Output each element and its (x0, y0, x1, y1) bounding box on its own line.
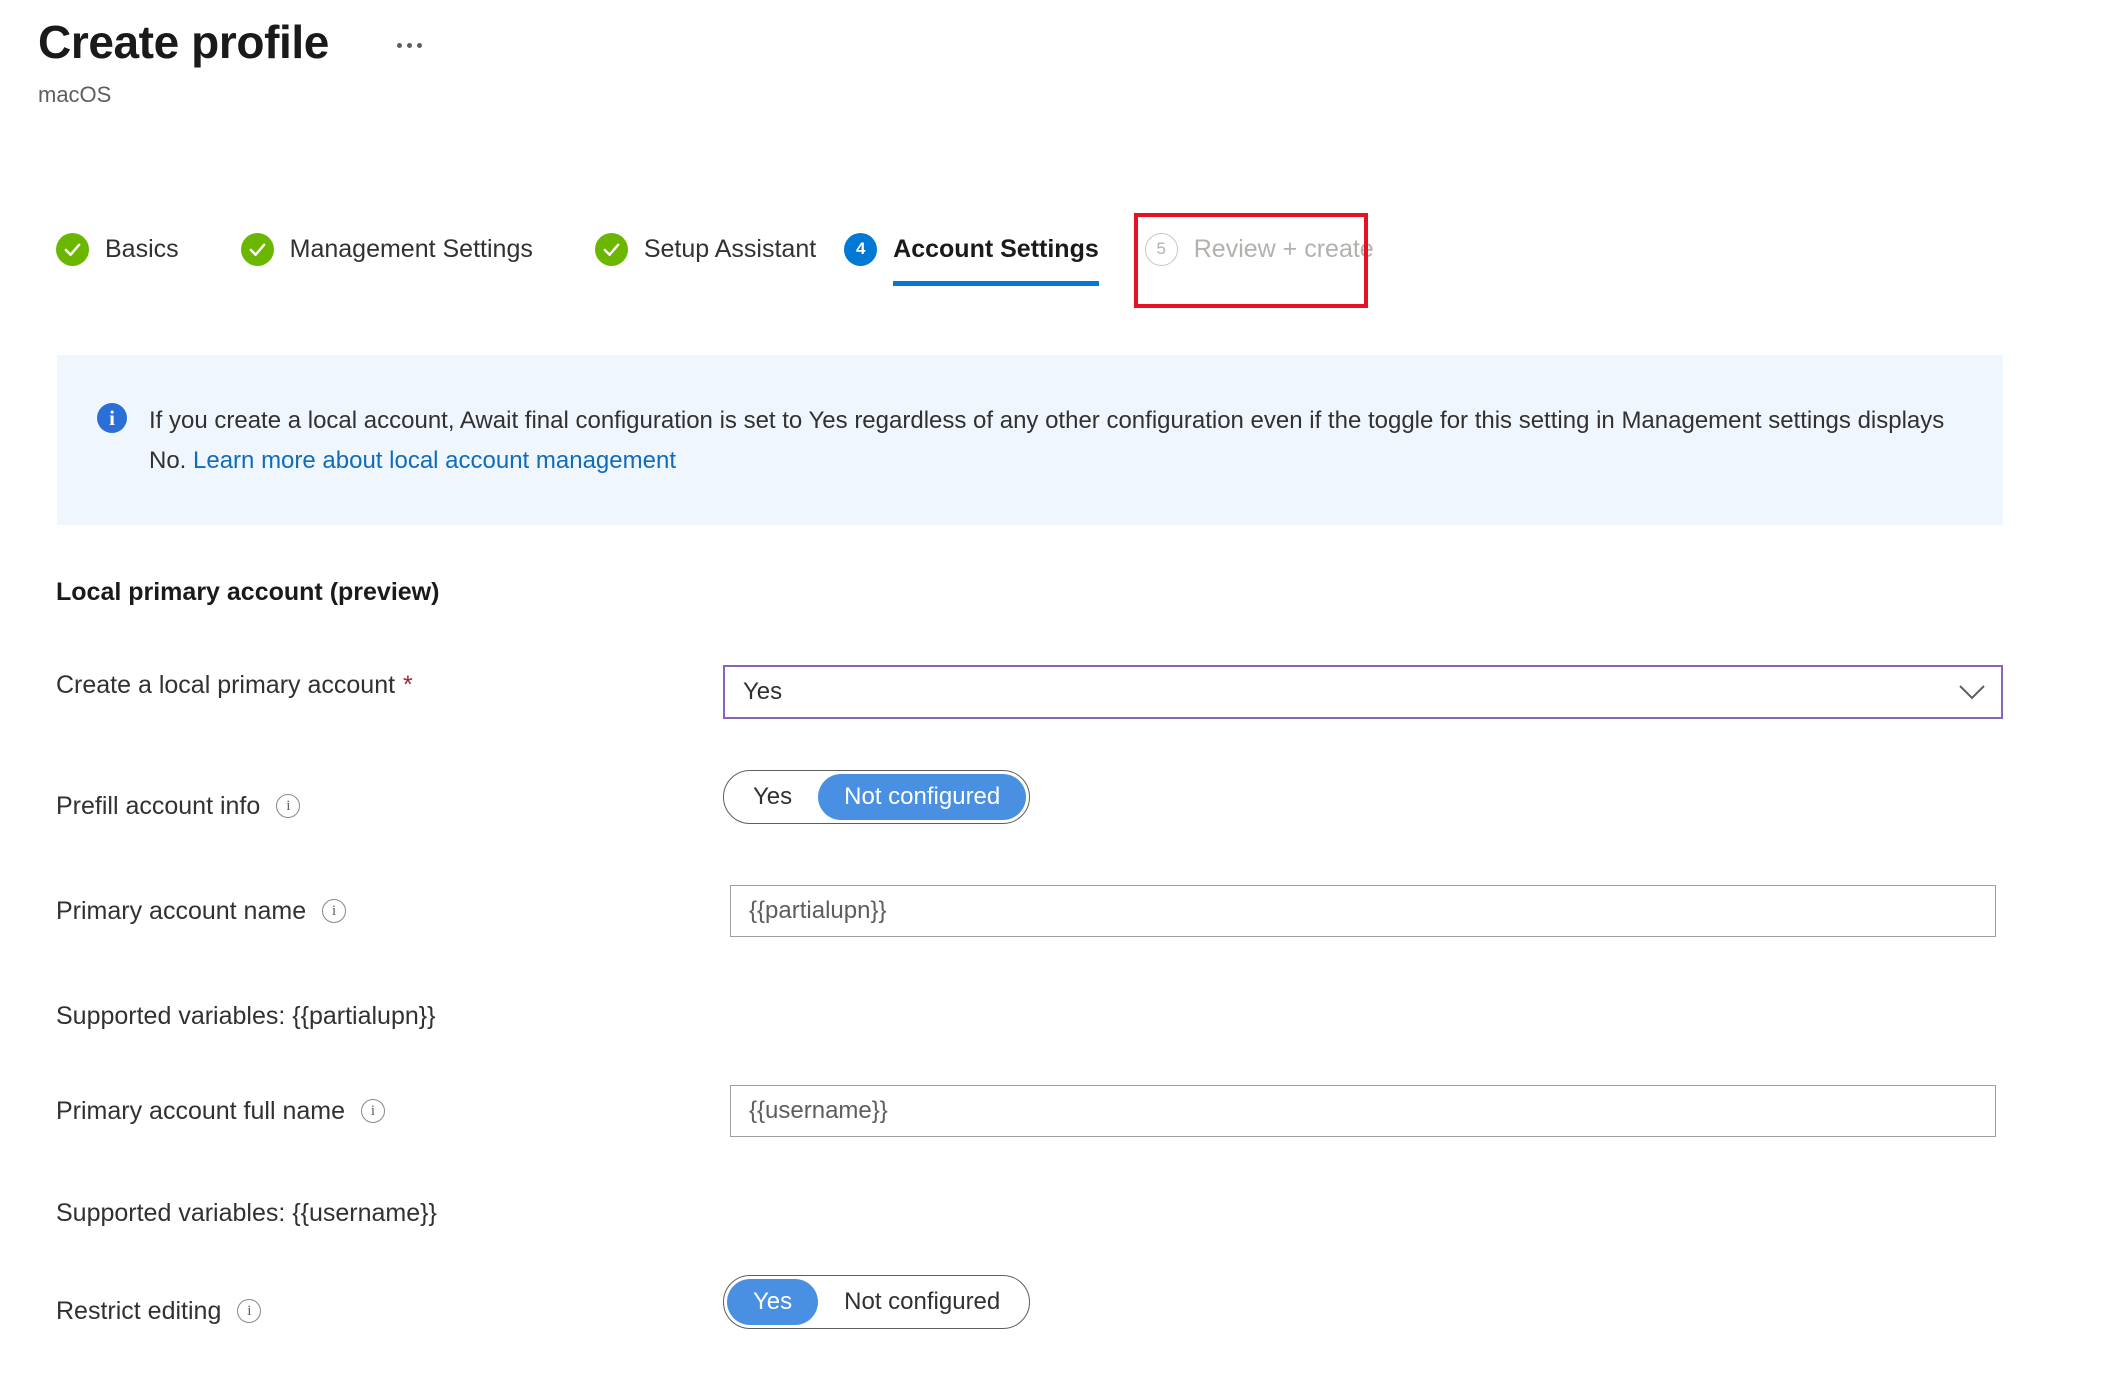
info-banner: i If you create a local account, Await f… (57, 355, 2003, 525)
page-header: Create profile macOS (38, 14, 428, 110)
create-profile-page: Create profile macOS Basics Management S… (0, 0, 2126, 1398)
tab-review-create[interactable]: 5 Review + create (1144, 218, 1390, 280)
page-title: Create profile (38, 16, 329, 68)
helper-primary-account-name: Supported variables: {{partialupn}} (56, 1002, 436, 1030)
label-text: Create a local primary account (56, 671, 396, 699)
tab-setup-assistant-label: Setup Assistant (643, 235, 817, 263)
label-restrict-editing: Restrict editing i (56, 1295, 262, 1327)
tab-setup-assistant[interactable]: Setup Assistant (594, 218, 832, 280)
label-prefill-account-info: Prefill account info i (56, 790, 301, 822)
required-asterisk: * (403, 671, 413, 699)
info-icon: i (97, 403, 127, 433)
info-tooltip-icon[interactable]: i (322, 899, 347, 923)
wizard-tabs: Basics Management Settings Setup Assista… (56, 218, 1390, 308)
dot-2 (406, 42, 412, 48)
learn-more-link[interactable]: Learn more about local account managemen… (193, 447, 676, 474)
step-number-badge: 4 (844, 232, 878, 266)
tab-account-settings-label: Account Settings (893, 235, 1099, 263)
toggle-option-not-configured[interactable]: Not configured (818, 774, 1027, 820)
input-value: {{username}} (749, 1097, 888, 1124)
primary-account-full-name-input[interactable]: {{username}} (730, 1085, 1996, 1137)
tab-review-create-label: Review + create (1193, 235, 1374, 263)
primary-account-name-input[interactable]: {{partialupn}} (730, 885, 1996, 937)
toggle-option-yes[interactable]: Yes (727, 1279, 819, 1325)
title-row: Create profile (38, 14, 428, 70)
helper-primary-account-full-name: Supported variables: {{username}} (56, 1199, 437, 1227)
info-tooltip-icon[interactable]: i (237, 1299, 262, 1323)
active-tab-underline (893, 281, 1099, 286)
tab-basics[interactable]: Basics (56, 218, 195, 280)
label-text: Restrict editing (56, 1297, 222, 1325)
create-local-primary-account-dropdown[interactable]: Yes (723, 665, 2003, 719)
toggle-option-yes[interactable]: Yes (727, 774, 818, 820)
section-heading-local-primary-account: Local primary account (preview) (56, 578, 440, 606)
label-create-local-primary-account: Create a local primary account * (56, 669, 413, 701)
check-circle-icon (594, 232, 628, 266)
label-primary-account-full-name: Primary account full name i (56, 1095, 386, 1127)
label-text: Primary account full name (56, 1097, 346, 1125)
check-circle-icon (240, 232, 274, 266)
prefill-account-info-toggle[interactable]: Yes Not configured (723, 770, 1031, 824)
dot-1 (396, 42, 402, 48)
info-banner-text: If you create a local account, Await fin… (149, 401, 1963, 481)
dropdown-selected-value: Yes (743, 678, 783, 705)
dot-3 (416, 42, 422, 48)
input-value: {{partialupn}} (749, 897, 887, 924)
label-primary-account-name: Primary account name i (56, 895, 347, 927)
tab-management-settings-label: Management Settings (289, 235, 533, 263)
tab-account-settings[interactable]: 4 Account Settings (844, 218, 1115, 286)
more-options-icon[interactable] (391, 35, 428, 56)
info-tooltip-icon[interactable]: i (361, 1099, 386, 1123)
page-subtitle: macOS (38, 82, 112, 107)
info-tooltip-icon[interactable]: i (276, 794, 301, 818)
restrict-editing-toggle[interactable]: Yes Not configured (723, 1275, 1031, 1329)
label-text: Primary account name (56, 897, 307, 925)
tab-basics-label: Basics (105, 235, 179, 263)
chevron-down-icon (1959, 684, 1985, 700)
tab-management-settings[interactable]: Management Settings (240, 218, 549, 280)
label-text: Prefill account info (56, 792, 261, 820)
check-circle-icon (56, 232, 89, 266)
step-number-badge: 5 (1144, 232, 1178, 266)
toggle-option-not-configured[interactable]: Not configured (818, 1279, 1026, 1325)
